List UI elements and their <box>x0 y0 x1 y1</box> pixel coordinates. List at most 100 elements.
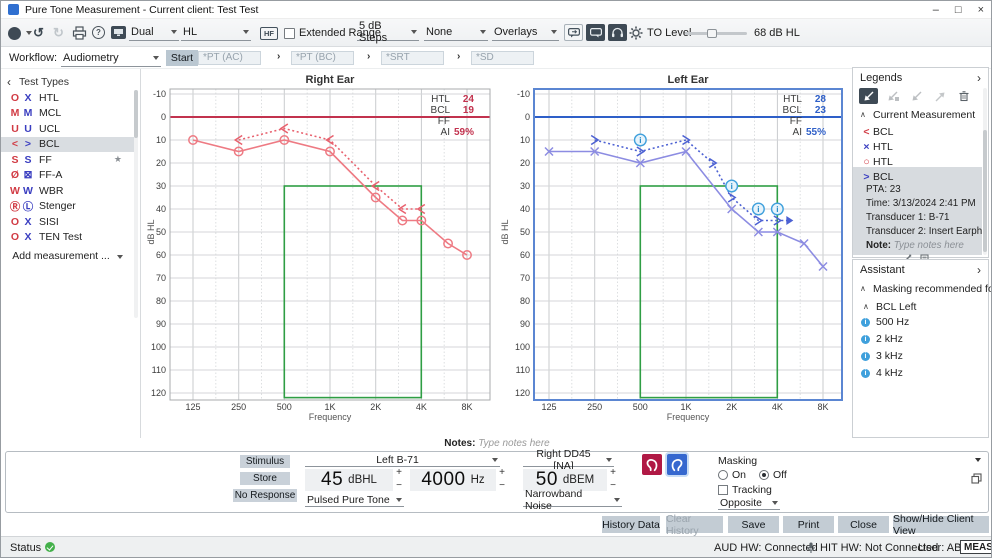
add-measurement-button[interactable]: Add measurement ... <box>1 250 134 262</box>
save-button[interactable]: Save <box>728 516 779 533</box>
measurement-note[interactable]: Note: Type notes here <box>853 240 982 251</box>
collapse-panel-icon[interactable] <box>970 455 982 465</box>
workflow-step-separator: › <box>277 51 280 62</box>
stimulus-type-select[interactable]: Pulsed Pure Tone <box>305 494 404 507</box>
level-increase-button[interactable]: + <box>394 468 404 478</box>
masking-increase-button[interactable]: + <box>608 468 618 478</box>
print-icon[interactable] <box>72 26 87 40</box>
right-ear-audiogram-svg[interactable]: Right Ear-100102030405060708090100110120… <box>147 71 503 423</box>
step-size-select[interactable]: 5 dB Steps <box>357 24 419 41</box>
test-type-ff[interactable]: SSFF★ <box>1 152 134 168</box>
collapse-masking-icon[interactable]: ∧ <box>860 284 866 293</box>
test-type-label: SISI <box>39 216 59 228</box>
history-data-button[interactable]: History Data <box>602 516 660 533</box>
legend-item-bcl[interactable]: >BCL <box>853 169 982 184</box>
high-frequency-toggle[interactable]: HF <box>260 27 278 40</box>
legends-expand-icon[interactable]: › <box>977 71 981 85</box>
masking-frequency-2-khz[interactable]: i2 kHz <box>853 333 982 345</box>
frequency-decrease-button[interactable]: − <box>497 481 507 491</box>
right-transducer-select[interactable]: Right DD45 [NA] <box>523 454 614 467</box>
masking-side-select[interactable]: Opposite <box>718 497 780 510</box>
legend-item-bcl[interactable]: <BCL <box>853 124 982 139</box>
left-ear-symbol: S <box>22 154 34 166</box>
workflow-start-button[interactable]: Start <box>166 50 198 66</box>
counseling-overlay-select[interactable]: None <box>424 24 488 41</box>
test-type-ucl[interactable]: UUUCL <box>1 121 134 137</box>
masking-badge-icon[interactable]: i <box>772 203 784 215</box>
output-level-select[interactable]: HL <box>181 24 251 41</box>
test-type-wbr[interactable]: WWWBR <box>1 183 134 199</box>
legends-scrollbar[interactable] <box>983 88 987 255</box>
test-type-stenger[interactable]: ⓇⓁStenger <box>1 199 134 215</box>
close-button[interactable]: × <box>978 4 984 16</box>
delete-curve-icon[interactable] <box>954 88 973 104</box>
overlays-select[interactable]: Overlays <box>492 24 559 41</box>
masking-frequency-4-khz[interactable]: i4 kHz <box>853 367 982 379</box>
show-hide-client-view-button[interactable]: Show/Hide Client View <box>893 516 989 533</box>
svg-text:8K: 8K <box>817 402 828 412</box>
tracking-checkbox[interactable]: Tracking <box>718 484 772 496</box>
menu-icon[interactable] <box>7 26 21 40</box>
assistant-expand-icon[interactable]: › <box>977 263 981 277</box>
svg-text:10: 10 <box>156 135 166 145</box>
to-level-slider-thumb[interactable] <box>707 29 717 38</box>
maximize-button[interactable]: □ <box>955 4 962 16</box>
test-type-bcl[interactable]: <>BCL <box>1 137 134 153</box>
left-ear-audiogram-svg[interactable]: iiiiLeft Ear-100102030405060708090100110… <box>501 71 853 423</box>
measurement-detail: Transducer 2: Insert Earpho... <box>853 226 982 237</box>
popout-panel-icon[interactable] <box>970 472 982 484</box>
right-ear-icon[interactable] <box>642 454 662 475</box>
level-decrease-button[interactable]: − <box>394 481 404 491</box>
client-monitor-icon[interactable] <box>111 26 126 39</box>
masking-frequency-3-khz[interactable]: i3 kHz <box>853 350 982 362</box>
masking-badge-icon[interactable]: i <box>635 134 647 146</box>
workflow-select[interactable]: Audiometry <box>61 50 161 67</box>
svg-text:50: 50 <box>156 227 166 237</box>
masking-badge-icon[interactable]: i <box>753 203 765 215</box>
close-button[interactable]: Close <box>838 516 889 533</box>
notes-label: Notes: <box>444 438 475 449</box>
sidebar-scrollbar[interactable] <box>134 90 138 318</box>
undo-icon[interactable]: ↺ <box>33 25 44 41</box>
collapse-section-icon[interactable]: ∧ <box>860 110 866 119</box>
noise-type-select[interactable]: Narrowband Noise <box>523 494 622 507</box>
svg-text:59%: 59% <box>454 127 474 138</box>
test-type-ten-test[interactable]: OXTEN Test <box>1 230 134 246</box>
minimize-button[interactable]: – <box>933 4 939 16</box>
help-icon[interactable]: ? <box>92 26 105 39</box>
print-button[interactable]: Print <box>783 516 834 533</box>
right-ear-symbol: M <box>9 107 21 119</box>
monitor-headset-icon[interactable] <box>608 24 627 41</box>
left-ear-audiogram[interactable]: iiiiLeft Ear-100102030405060708090100110… <box>501 71 853 423</box>
no-response-button[interactable]: No Response <box>233 489 297 502</box>
svg-text:i: i <box>757 205 759 214</box>
masking-badge-icon[interactable]: i <box>726 180 738 192</box>
right-ear-audiogram[interactable]: Right Ear-100102030405060708090100110120… <box>147 71 503 423</box>
left-transducer-select[interactable]: Left B-71 <box>305 454 500 467</box>
frequency-increase-button[interactable]: + <box>497 468 507 478</box>
masking-on-radio[interactable]: On <box>718 469 746 481</box>
svg-text:70: 70 <box>520 273 530 283</box>
right-ear-symbol: < <box>9 138 21 150</box>
collapse-bcl-left-icon[interactable]: ∧ <box>863 302 869 311</box>
test-type-sisi[interactable]: OXSISI <box>1 214 134 230</box>
test-type-htl[interactable]: OXHTL <box>1 90 134 106</box>
settings-gear-icon[interactable] <box>629 26 643 40</box>
test-type-mcl[interactable]: MMMCL <box>1 106 134 122</box>
right-ear-symbol: U <box>9 123 21 135</box>
talk-forward-icon[interactable] <box>564 24 583 41</box>
masking-frequency-500-hz[interactable]: i500 Hz <box>853 316 982 328</box>
masking-off-radio[interactable]: Off <box>759 469 787 481</box>
menu-caret-icon[interactable] <box>22 31 32 35</box>
collapse-sidebar-icon[interactable]: ‹ <box>7 75 11 89</box>
stimulus-button[interactable]: Stimulus <box>240 455 290 468</box>
legend-item-htl[interactable]: ×HTL <box>853 139 982 154</box>
test-type-ff-a[interactable]: Ø⊠FF-A <box>1 168 134 184</box>
store-measurement-icon[interactable] <box>859 88 878 104</box>
store-button[interactable]: Store <box>240 472 290 485</box>
frequency-label: 4 kHz <box>876 367 903 379</box>
left-ear-icon[interactable] <box>667 454 687 475</box>
talk-back-icon[interactable] <box>586 24 605 41</box>
extended-range-checkbox[interactable] <box>284 28 295 39</box>
stimulus-mode-select[interactable]: Dual <box>129 24 179 41</box>
